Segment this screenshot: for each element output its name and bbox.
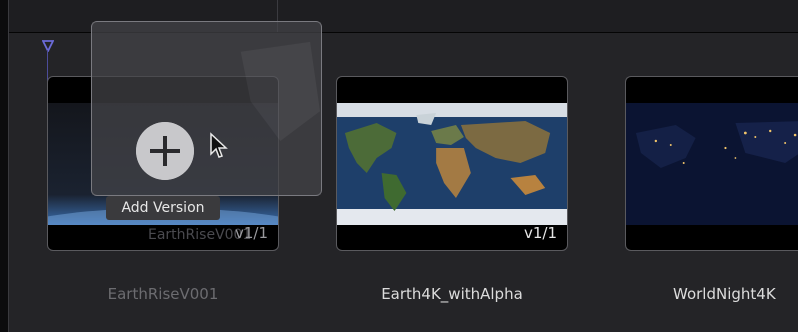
add-version-tooltip: Add Version — [106, 196, 220, 220]
version-label: v1/1 — [523, 224, 557, 242]
drag-ghost-card[interactable] — [91, 21, 322, 196]
mouse-cursor-icon — [210, 132, 228, 158]
plus-icon[interactable] — [136, 122, 194, 180]
world-map-thumbnail — [337, 103, 567, 225]
clip-name-earthrise: EarthRiseV001 — [107, 285, 219, 303]
clip-thumbnail-worldnight[interactable] — [625, 76, 798, 251]
clip-thumbnail-earth4k[interactable]: v1/1 — [336, 76, 568, 251]
clip-name-earth4k: Earth4K_withAlpha — [381, 285, 523, 303]
version-label: v1/1 — [234, 224, 268, 242]
ghost-thumbnail — [92, 22, 321, 196]
clip-name-worldnight: WorldNight4K — [673, 285, 776, 303]
media-pool-panel: EarthRiseV001 v1/1 v1/1 EarthRiseV001 Ea… — [8, 0, 798, 332]
night-map-thumbnail — [626, 103, 798, 225]
playhead-marker-icon[interactable] — [42, 40, 54, 52]
